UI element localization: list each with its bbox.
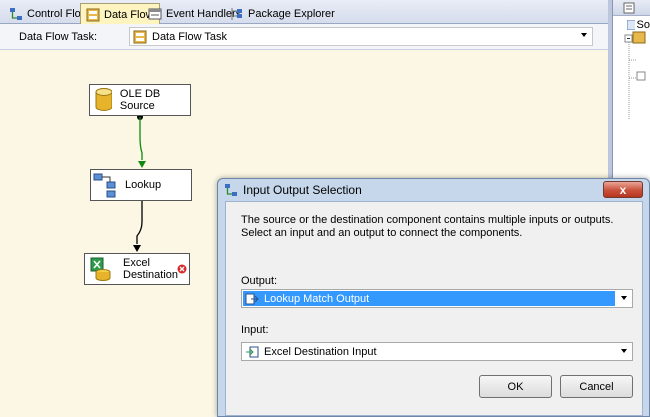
chevron-down-icon[interactable] xyxy=(621,296,627,300)
component-label: OLE DB Source xyxy=(119,88,161,112)
output-port-icon xyxy=(245,293,259,304)
dialog-description: The source or the destination component … xyxy=(241,214,614,239)
database-icon xyxy=(95,88,112,111)
input-port-icon xyxy=(246,346,259,357)
cancel-button[interactable]: Cancel xyxy=(560,375,633,398)
lookup-component[interactable]: Lookup xyxy=(90,169,192,201)
excel-destination-component[interactable]: Excel Destination xyxy=(84,253,190,285)
ok-button[interactable]: OK xyxy=(479,375,552,398)
data-flow-task-row: Data Flow Task: Data Flow Task xyxy=(0,24,612,50)
data-flow-task-select[interactable]: Data Flow Task xyxy=(129,27,593,46)
close-icon: x xyxy=(619,182,627,197)
excel-icon xyxy=(90,257,111,281)
solution-tree-lines xyxy=(624,31,646,120)
data-flow-task-label: Data Flow Task: xyxy=(19,31,98,43)
chevron-down-icon[interactable] xyxy=(621,349,627,353)
tab-package-explorer[interactable]: Package Explorer xyxy=(225,3,340,24)
dialog-title: Input Output Selection xyxy=(243,183,362,197)
ole-db-source-component[interactable]: OLE DB Source xyxy=(89,84,191,116)
component-label: Lookup xyxy=(125,179,162,191)
input-label: Input: xyxy=(241,324,269,336)
output-selected-item: Lookup Match Output xyxy=(243,291,615,306)
tab-label: Package Explorer xyxy=(248,7,335,20)
data-flow-icon xyxy=(86,8,100,21)
solution-explorer-toolbar xyxy=(613,0,650,16)
solution-icon xyxy=(627,20,635,30)
output-label: Output: xyxy=(241,275,278,287)
input-selected-item: Excel Destination Input xyxy=(242,346,377,358)
control-flow-icon xyxy=(10,7,22,20)
designer-tab-bar: Control Flow Data Flow Event Handlers Pa… xyxy=(0,0,612,25)
close-button[interactable]: x xyxy=(603,181,643,198)
output-select[interactable]: Lookup Match Output xyxy=(241,289,633,308)
dialog-app-icon xyxy=(225,184,237,196)
input-select[interactable]: Excel Destination Input xyxy=(241,342,633,361)
error-icon xyxy=(177,264,187,274)
dialog-title-bar[interactable]: Input Output Selection xyxy=(218,179,649,201)
lookup-icon xyxy=(93,173,116,198)
input-value: Excel Destination Input xyxy=(264,345,377,358)
event-handlers-icon xyxy=(148,8,162,19)
chevron-down-icon[interactable] xyxy=(581,33,587,37)
properties-icon[interactable] xyxy=(623,2,635,14)
package-explorer-icon xyxy=(231,7,242,20)
output-value: Lookup Match Output xyxy=(264,292,370,305)
data-flow-task-value: Data Flow Task xyxy=(152,30,227,43)
data-flow-task-icon xyxy=(133,30,147,43)
